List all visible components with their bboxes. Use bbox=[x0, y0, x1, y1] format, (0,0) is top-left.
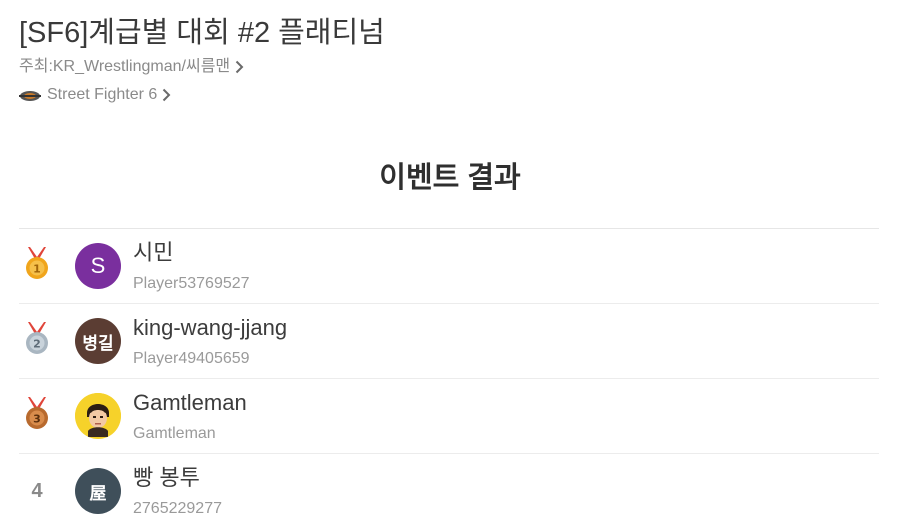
player-id: 2765229277 bbox=[133, 500, 222, 517]
street-fighter-logo-icon bbox=[19, 88, 41, 102]
player-name[interactable]: king-wang-jjang bbox=[133, 314, 287, 342]
results-list: 1 S 시민 Player53769527 2 병길 king-wang-jja… bbox=[19, 228, 879, 527]
event-header: [SF6]계급별 대회 #2 플래티넘 주최:KR_Wrestlingman/씨… bbox=[19, 14, 385, 106]
avatar-initial: 屋 bbox=[89, 483, 107, 503]
bronze-medal-icon: 3 bbox=[24, 397, 50, 436]
svg-text:2: 2 bbox=[33, 338, 41, 351]
avatar-portrait-icon bbox=[75, 393, 121, 439]
avatar[interactable]: S bbox=[75, 243, 121, 289]
gold-medal-icon: 1 bbox=[24, 247, 50, 286]
event-title: [SF6]계급별 대회 #2 플래티넘 bbox=[19, 17, 385, 49]
rank-cell: 4 bbox=[23, 454, 51, 527]
rank-number: 4 bbox=[31, 480, 43, 502]
chevron-right-icon bbox=[162, 88, 171, 102]
silver-medal-icon: 2 bbox=[24, 322, 50, 361]
organizer-link[interactable]: 주최:KR_Wrestlingman/씨름맨 bbox=[19, 56, 385, 78]
svg-text:3: 3 bbox=[33, 413, 41, 426]
player-id: Player53769527 bbox=[133, 275, 250, 292]
game-label: Street Fighter 6 bbox=[47, 86, 158, 103]
rank-cell: 2 bbox=[23, 304, 51, 379]
game-link[interactable]: Street Fighter 6 bbox=[19, 84, 385, 106]
player-name[interactable]: 시민 bbox=[133, 239, 173, 267]
organizer-label: 주최:KR_Wrestlingman/씨름맨 bbox=[19, 58, 231, 75]
result-row[interactable]: 3 Gamtleman Gamtleman bbox=[19, 379, 879, 454]
player-id: Gamtleman bbox=[133, 425, 216, 442]
svg-text:1: 1 bbox=[33, 263, 41, 276]
avatar[interactable] bbox=[75, 393, 121, 439]
avatar[interactable]: 屋 bbox=[75, 468, 121, 514]
player-name[interactable]: Gamtleman bbox=[133, 389, 247, 417]
result-row[interactable]: 2 병길 king-wang-jjang Player49405659 bbox=[19, 304, 879, 379]
avatar[interactable]: 병길 bbox=[75, 318, 121, 364]
player-id: Player49405659 bbox=[133, 350, 250, 367]
rank-cell: 1 bbox=[23, 229, 51, 304]
avatar-initial: 병길 bbox=[82, 333, 114, 353]
rank-cell: 3 bbox=[23, 379, 51, 454]
player-name[interactable]: 빵 봉투 bbox=[133, 464, 200, 492]
section-title: 이벤트 결과 bbox=[379, 162, 521, 194]
result-row[interactable]: 4 屋 빵 봉투 2765229277 bbox=[19, 454, 879, 527]
result-row[interactable]: 1 S 시민 Player53769527 bbox=[19, 229, 879, 304]
avatar-initial: S bbox=[90, 253, 106, 278]
chevron-right-icon bbox=[235, 60, 244, 74]
